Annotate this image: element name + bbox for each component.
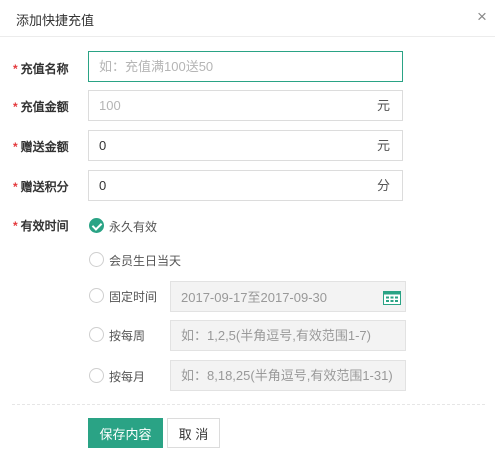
fixed-date-range-input[interactable] — [170, 281, 406, 312]
gift-amount-label-text: 赠送金额 — [20, 140, 69, 154]
recharge-amount-unit: 元 — [365, 90, 403, 121]
radio-circle-icon — [89, 288, 104, 303]
dialog-title: 添加快捷充值 — [16, 13, 95, 28]
cancel-button[interactable]: 取 消 — [167, 418, 220, 448]
weekly-days-input[interactable] — [170, 320, 406, 351]
gift-amount-label: * 赠送金额 — [13, 138, 69, 155]
radio-permanent-label: 永久有效 — [109, 220, 158, 234]
footer-divider — [12, 404, 485, 405]
validity-label-text: 有效时间 — [20, 219, 69, 233]
gift-points-input[interactable] — [88, 170, 366, 201]
gift-points-unit: 分 — [365, 170, 403, 201]
radio-weekly-label: 按每周 — [109, 329, 146, 343]
recharge-amount-label: * 充值金额 — [13, 98, 69, 115]
close-icon[interactable]: × — [472, 7, 492, 27]
radio-fixed-time-label: 固定时间 — [109, 290, 158, 304]
dialog-header: 添加快捷充值 × — [0, 0, 495, 37]
gift-points-label: * 赠送积分 — [13, 178, 69, 195]
check-icon — [89, 218, 104, 233]
required-mark: * — [13, 100, 18, 114]
radio-birthday-label: 会员生日当天 — [109, 254, 182, 268]
radio-monthly-label: 按每月 — [109, 370, 146, 384]
required-mark: * — [13, 140, 18, 154]
gift-amount-unit: 元 — [365, 130, 403, 161]
required-mark: * — [13, 62, 18, 76]
radio-circle-icon — [89, 252, 104, 267]
recharge-amount-input[interactable] — [88, 90, 366, 121]
save-button[interactable]: 保存内容 — [88, 418, 163, 448]
radio-circle-icon — [89, 368, 104, 383]
gift-points-label-text: 赠送积分 — [20, 180, 69, 194]
quick-recharge-dialog: 添加快捷充值 × *充值名称 *充值金额 元 *赠送金额 元 *赠送积分 分 *… — [0, 0, 495, 461]
gift-amount-input[interactable] — [88, 130, 366, 161]
radio-circle-icon — [89, 327, 104, 342]
monthly-days-input[interactable] — [170, 360, 406, 391]
recharge-name-input[interactable] — [88, 51, 403, 82]
validity-label: * 有效时间 — [13, 217, 69, 234]
recharge-name-label: * 充值名称 — [13, 60, 69, 77]
required-mark: * — [13, 180, 18, 194]
recharge-name-label-text: 充值名称 — [20, 62, 69, 76]
required-mark: * — [13, 219, 18, 233]
recharge-amount-label-text: 充值金额 — [20, 100, 69, 114]
calendar-icon[interactable] — [383, 290, 401, 305]
